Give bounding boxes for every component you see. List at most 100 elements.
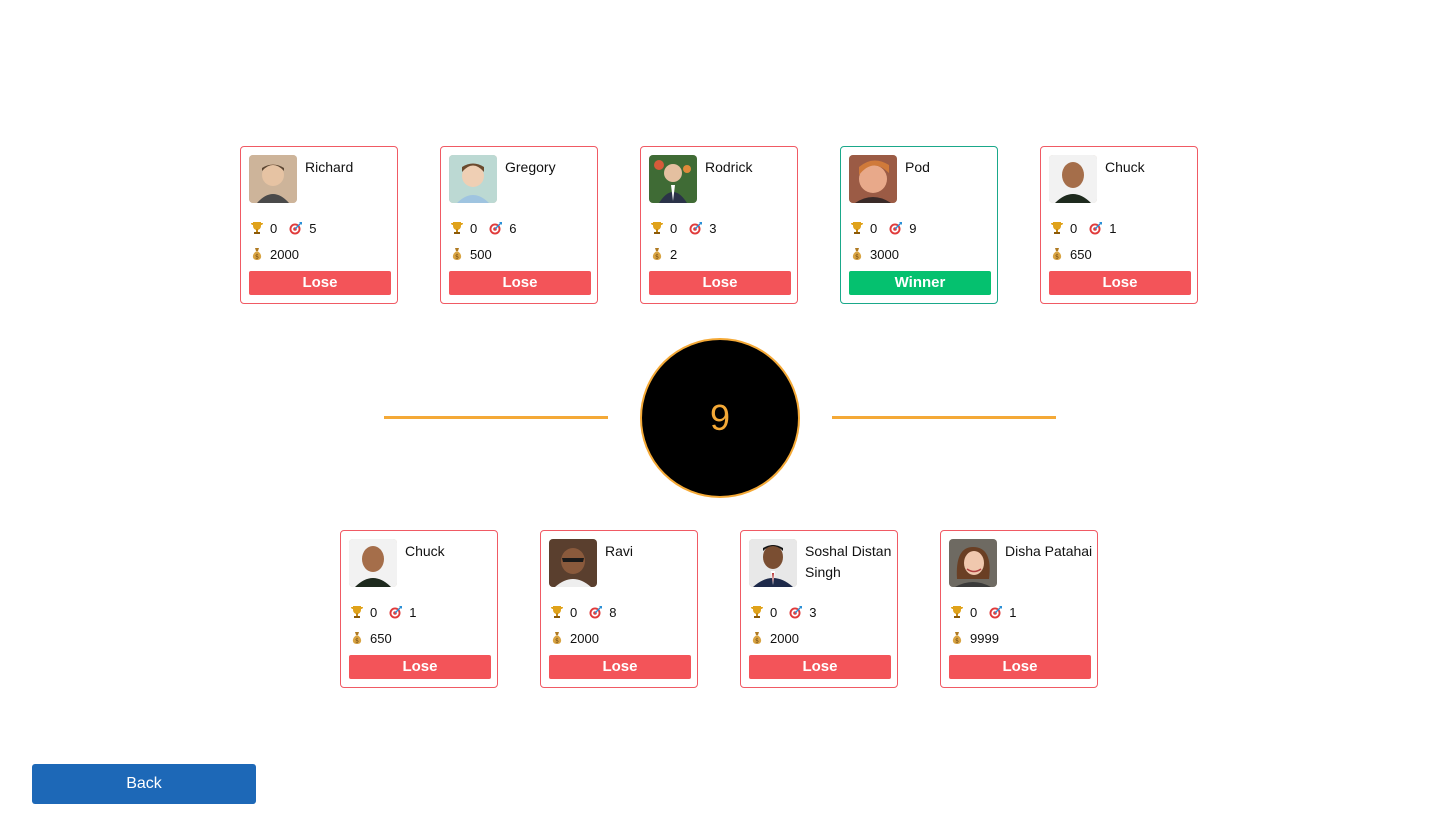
lose-badge[interactable]: Lose bbox=[249, 271, 391, 295]
avatar bbox=[749, 539, 797, 587]
avatar bbox=[249, 155, 297, 203]
player-card: Richard 0 5 $ 2000 Lose bbox=[240, 146, 398, 304]
player-card: Ravi 0 8 $ 2000 Lose bbox=[540, 530, 698, 688]
divider-left bbox=[384, 416, 608, 419]
trophy-count: 0 bbox=[670, 220, 678, 236]
trophy-icon bbox=[650, 221, 664, 235]
svg-text:$: $ bbox=[955, 638, 959, 645]
trophy-icon bbox=[250, 221, 264, 235]
player-card-winner: Pod 0 9 $ 3000 Winner bbox=[840, 146, 998, 304]
player-name: Gregory bbox=[505, 159, 556, 175]
divider-right bbox=[832, 416, 1056, 419]
svg-text:$: $ bbox=[255, 254, 259, 261]
avatar bbox=[449, 155, 497, 203]
svg-text:$: $ bbox=[355, 638, 359, 645]
avatar bbox=[349, 539, 397, 587]
avatar bbox=[849, 155, 897, 203]
money-amount: 3000 bbox=[870, 246, 899, 262]
trophy-count: 0 bbox=[370, 604, 378, 620]
money-amount: 9999 bbox=[970, 630, 999, 646]
player-card: Soshal Distan Singh 0 3 $ 2000 Lose bbox=[740, 530, 898, 688]
money-amount: 2000 bbox=[570, 630, 599, 646]
trophy-icon bbox=[450, 221, 464, 235]
money-bag-icon: $ bbox=[250, 247, 264, 261]
target-icon bbox=[689, 221, 703, 235]
target-icon bbox=[289, 221, 303, 235]
trophy-count: 0 bbox=[470, 220, 478, 236]
lose-badge[interactable]: Lose bbox=[449, 271, 591, 295]
money-bag-icon: $ bbox=[550, 631, 564, 645]
winner-badge[interactable]: Winner bbox=[849, 271, 991, 295]
svg-text:$: $ bbox=[455, 254, 459, 261]
target-icon bbox=[1089, 221, 1103, 235]
money-bag-icon: $ bbox=[750, 631, 764, 645]
timer-value: 9 bbox=[709, 397, 731, 438]
money-amount: 650 bbox=[370, 630, 392, 646]
player-card: Chuck 0 1 $ 650 Lose bbox=[1040, 146, 1198, 304]
player-name: Disha Patahai bbox=[1005, 543, 1093, 559]
trophy-icon bbox=[750, 605, 764, 619]
trophy-icon bbox=[950, 605, 964, 619]
hits-count: 1 bbox=[409, 604, 417, 620]
player-name: Ravi bbox=[605, 543, 634, 559]
countdown-timer: 9 bbox=[640, 338, 800, 498]
hits-count: 3 bbox=[709, 220, 717, 236]
target-icon bbox=[489, 221, 503, 235]
lose-badge[interactable]: Lose bbox=[749, 655, 891, 679]
player-name: Chuck bbox=[405, 543, 445, 559]
trophy-icon bbox=[850, 221, 864, 235]
player-card: Gregory 0 6 $ 500 Lose bbox=[440, 146, 598, 304]
target-icon bbox=[589, 605, 603, 619]
hits-count: 8 bbox=[609, 604, 617, 620]
avatar bbox=[549, 539, 597, 587]
money-bag-icon: $ bbox=[950, 631, 964, 645]
lose-badge[interactable]: Lose bbox=[649, 271, 791, 295]
trophy-count: 0 bbox=[870, 220, 878, 236]
players-row-top: Richard 0 5 $ 2000 Lose Gregory 0 6 $ 5 0 bbox=[240, 146, 1198, 304]
hits-count: 1 bbox=[1009, 604, 1017, 620]
lose-badge[interactable]: Lose bbox=[349, 655, 491, 679]
money-amount: 2000 bbox=[270, 246, 299, 262]
lose-badge[interactable]: Lose bbox=[949, 655, 1091, 679]
lose-badge[interactable]: Lose bbox=[1049, 271, 1191, 295]
trophy-icon bbox=[550, 605, 564, 619]
money-bag-icon: $ bbox=[1050, 247, 1064, 261]
trophy-count: 0 bbox=[270, 220, 278, 236]
player-name: Chuck bbox=[1105, 159, 1145, 175]
trophy-count: 0 bbox=[570, 604, 578, 620]
hits-count: 1 bbox=[1109, 220, 1117, 236]
player-card: Chuck 0 1 $ 650 Lose bbox=[340, 530, 498, 688]
money-amount: 500 bbox=[470, 246, 492, 262]
lose-badge[interactable]: Lose bbox=[549, 655, 691, 679]
avatar bbox=[1049, 155, 1097, 203]
hits-count: 3 bbox=[809, 604, 817, 620]
target-icon bbox=[889, 221, 903, 235]
money-bag-icon: $ bbox=[350, 631, 364, 645]
svg-text:$: $ bbox=[655, 254, 659, 261]
svg-text:$: $ bbox=[755, 638, 759, 645]
money-amount: 2000 bbox=[770, 630, 799, 646]
trophy-icon bbox=[1050, 221, 1064, 235]
trophy-count: 0 bbox=[770, 604, 778, 620]
hits-count: 6 bbox=[509, 220, 517, 236]
money-bag-icon: $ bbox=[850, 247, 864, 261]
player-name: Richard bbox=[305, 159, 354, 175]
trophy-count: 0 bbox=[1070, 220, 1078, 236]
hits-count: 9 bbox=[909, 220, 917, 236]
player-name: Soshal Distan Singh bbox=[805, 543, 892, 580]
hits-count: 5 bbox=[309, 220, 317, 236]
trophy-icon bbox=[350, 605, 364, 619]
player-name: Rodrick bbox=[705, 159, 753, 175]
avatar bbox=[949, 539, 997, 587]
svg-text:$: $ bbox=[1055, 254, 1059, 261]
avatar bbox=[649, 155, 697, 203]
svg-text:$: $ bbox=[555, 638, 559, 645]
target-icon bbox=[989, 605, 1003, 619]
back-button[interactable]: Back bbox=[32, 764, 256, 804]
target-icon bbox=[389, 605, 403, 619]
player-card: Disha Patahai 0 1 $ 9999 Lose bbox=[940, 530, 1098, 688]
money-bag-icon: $ bbox=[450, 247, 464, 261]
player-card: Rodrick 0 3 $ 2 Lose bbox=[640, 146, 798, 304]
players-row-bottom: Chuck 0 1 $ 650 Lose Ravi 0 8 $ 2000 Los… bbox=[340, 530, 1098, 688]
svg-text:$: $ bbox=[855, 254, 859, 261]
